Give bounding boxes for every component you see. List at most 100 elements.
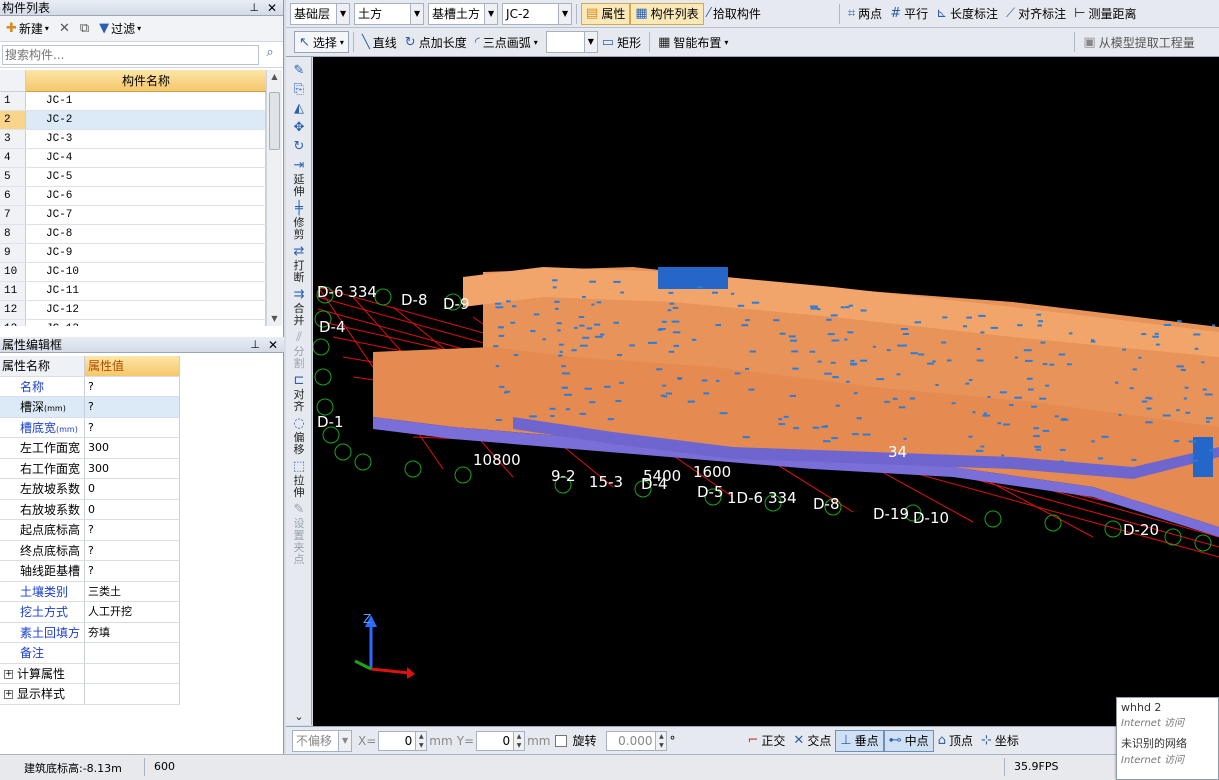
x-input[interactable]: 0 ▲ ▼ xyxy=(378,730,428,751)
chevron-down-icon[interactable]: ▼ xyxy=(410,3,424,24)
align-mark-button[interactable]: ⟋ 对齐标注 xyxy=(1002,3,1070,25)
property-value[interactable]: ? xyxy=(85,561,180,581)
table-row[interactable]: 1 JC-1 xyxy=(0,92,266,111)
vertex-button[interactable]: ⌂ 顶点 xyxy=(934,730,977,752)
property-value[interactable] xyxy=(85,643,180,663)
component-list-button[interactable]: ▦ 构件列表 xyxy=(630,2,704,25)
measure-distance-button[interactable]: ⊢ 测量距离 xyxy=(1070,3,1140,25)
table-row[interactable]: 3 JC-3 xyxy=(0,130,266,149)
expand-icon[interactable]: + xyxy=(4,690,13,699)
arc-button[interactable]: ◜ 三点画弧 ▾ xyxy=(471,31,542,53)
chevron-down-icon[interactable]: ▼ xyxy=(558,3,572,24)
property-value[interactable]: 300 xyxy=(85,438,180,458)
scroll-up-icon[interactable]: ▲ xyxy=(267,70,282,84)
property-row[interactable]: 左放坡系数 0 xyxy=(0,479,180,500)
property-row[interactable]: 槽深(mm)? xyxy=(0,397,180,418)
column-header-name[interactable]: 构件名称 xyxy=(26,70,266,92)
property-row[interactable]: 挖土方式 人工开挖 xyxy=(0,602,180,623)
property-value[interactable]: 0 xyxy=(85,499,180,519)
rotate-checkbox[interactable] xyxy=(555,734,568,747)
property-value[interactable]: ? xyxy=(85,540,180,560)
grip-tool[interactable]: ✎ 设置夹点 xyxy=(286,502,312,566)
property-row[interactable]: 素土回填方 夯填 xyxy=(0,622,180,643)
add-length-button[interactable]: ↻ 点加长度 xyxy=(401,31,471,53)
property-value[interactable]: 人工开挖 xyxy=(85,602,180,622)
table-row[interactable]: 4 JC-4 xyxy=(0,149,266,168)
delete-button[interactable]: ✕ xyxy=(57,19,72,39)
search-input[interactable] xyxy=(2,44,259,65)
component-list-scrollbar[interactable]: ▲ ▼ xyxy=(266,70,282,326)
scroll-thumb[interactable] xyxy=(269,92,280,150)
property-row[interactable]: 轴线距基槽? xyxy=(0,561,180,582)
spinner-icon[interactable]: ▲ ▼ xyxy=(513,731,525,750)
perpendicular-button[interactable]: ⊥ 垂点 xyxy=(835,729,884,752)
component-name[interactable]: JC-8 xyxy=(26,225,266,243)
split-tool[interactable]: ⫽ 分割 xyxy=(286,330,312,370)
component-name[interactable]: JC-13 xyxy=(26,320,266,326)
component-name[interactable]: JC-9 xyxy=(26,244,266,262)
property-group[interactable]: + 计算属性 xyxy=(0,663,180,684)
spinner-icon[interactable]: ▲ ▼ xyxy=(655,731,667,750)
table-row[interactable]: 5 JC-5 xyxy=(0,168,266,187)
extract-quantity-button[interactable]: ▣ 从模型提取工程量 xyxy=(1079,31,1198,53)
property-row[interactable]: 右放坡系数 0 xyxy=(0,499,180,520)
property-value[interactable]: 300 xyxy=(85,458,180,478)
merge-tool[interactable]: ⇉ 合并 xyxy=(286,287,312,327)
angle-input[interactable]: 0.000 ▲ ▼ xyxy=(606,730,668,751)
pin-icon[interactable]: ⊥ xyxy=(250,337,260,353)
offset-select[interactable]: 不偏移 ▼ xyxy=(292,729,353,752)
property-value[interactable]: 三类土 xyxy=(85,581,180,601)
component-select[interactable]: JC-2 ▼ xyxy=(502,2,573,25)
ortho-button[interactable]: ⌐ 正交 xyxy=(743,730,789,752)
property-group[interactable]: + 显示样式 xyxy=(0,684,180,705)
close-icon[interactable]: ✕ xyxy=(268,337,278,353)
rect-button[interactable]: ▭ 矩形 xyxy=(598,31,645,53)
break-tool[interactable]: ⇄ 打断 xyxy=(286,244,312,284)
scene-3d[interactable]: Z D-6 334 D-8 D-9D-4D-19-2 15-3 D-4 D-5 1D-6 33… xyxy=(313,57,1219,726)
component-name[interactable]: JC-1 xyxy=(26,92,266,110)
pencil-tool[interactable]: ✎ xyxy=(286,63,312,79)
property-row[interactable]: 备注 xyxy=(0,643,180,664)
table-row[interactable]: 9 JC-9 xyxy=(0,244,266,263)
property-value[interactable]: 0 xyxy=(85,479,180,499)
table-row[interactable]: 8 JC-8 xyxy=(0,225,266,244)
copy-tool[interactable]: ⎘ xyxy=(286,82,312,98)
coordinate-button[interactable]: ⊹ 坐标 xyxy=(977,730,1023,752)
more-tools-icon[interactable]: ⌄ xyxy=(286,711,312,723)
line-button[interactable]: ╲ 直线 xyxy=(358,31,401,53)
component-name[interactable]: JC-2 xyxy=(26,111,266,129)
rotate-tool[interactable]: ↻ xyxy=(286,139,312,155)
midpoint-button[interactable]: ⊷ 中点 xyxy=(883,729,934,752)
offset-tool[interactable]: ◌ 偏移 xyxy=(286,416,312,456)
table-row[interactable]: 12 JC-12 xyxy=(0,301,266,320)
extend-tool[interactable]: ⇥ 延伸 xyxy=(286,158,312,198)
parallel-button[interactable]: # 平行 xyxy=(886,3,932,25)
intersect-button[interactable]: ✕ 交点 xyxy=(789,730,835,752)
floor-select[interactable]: 基础层 ▼ xyxy=(290,2,351,25)
property-row[interactable]: 土壤类别 三类土 xyxy=(0,581,180,602)
table-row[interactable]: 2 JC-2 xyxy=(0,111,266,130)
select-button[interactable]: ↖ 选择 ▾ xyxy=(294,31,349,53)
spinner-icon[interactable]: ▲ ▼ xyxy=(415,731,427,750)
component-name[interactable]: JC-3 xyxy=(26,130,266,148)
property-row[interactable]: 终点底标高? xyxy=(0,540,180,561)
category-select[interactable]: 土方 ▼ xyxy=(354,2,425,25)
property-row[interactable]: 左工作面宽 300 xyxy=(0,438,180,459)
component-name[interactable]: JC-7 xyxy=(26,206,266,224)
property-row[interactable]: 右工作面宽 300 xyxy=(0,458,180,479)
table-row[interactable]: 10 JC-10 xyxy=(0,263,266,282)
y-input[interactable]: 0 ▲ ▼ xyxy=(476,730,526,751)
type-select[interactable]: 基槽土方 ▼ xyxy=(428,2,499,25)
table-row[interactable]: 11 JC-11 xyxy=(0,282,266,301)
copy-button[interactable]: ⧉ xyxy=(78,19,91,39)
scroll-down-icon[interactable]: ▼ xyxy=(267,312,282,326)
property-value[interactable]: ? xyxy=(85,397,180,417)
length-mark-button[interactable]: ⊾ 长度标注 xyxy=(932,3,1002,25)
property-row[interactable]: 槽底宽(mm)? xyxy=(0,417,180,438)
attribute-button[interactable]: ▤ 属性 xyxy=(581,2,631,25)
component-name[interactable]: JC-4 xyxy=(26,149,266,167)
close-icon[interactable]: ✕ xyxy=(267,0,277,16)
search-icon[interactable]: ⌕ xyxy=(259,45,281,65)
chevron-down-icon[interactable]: ▼ xyxy=(336,3,350,24)
table-row[interactable]: 7 JC-7 xyxy=(0,206,266,225)
